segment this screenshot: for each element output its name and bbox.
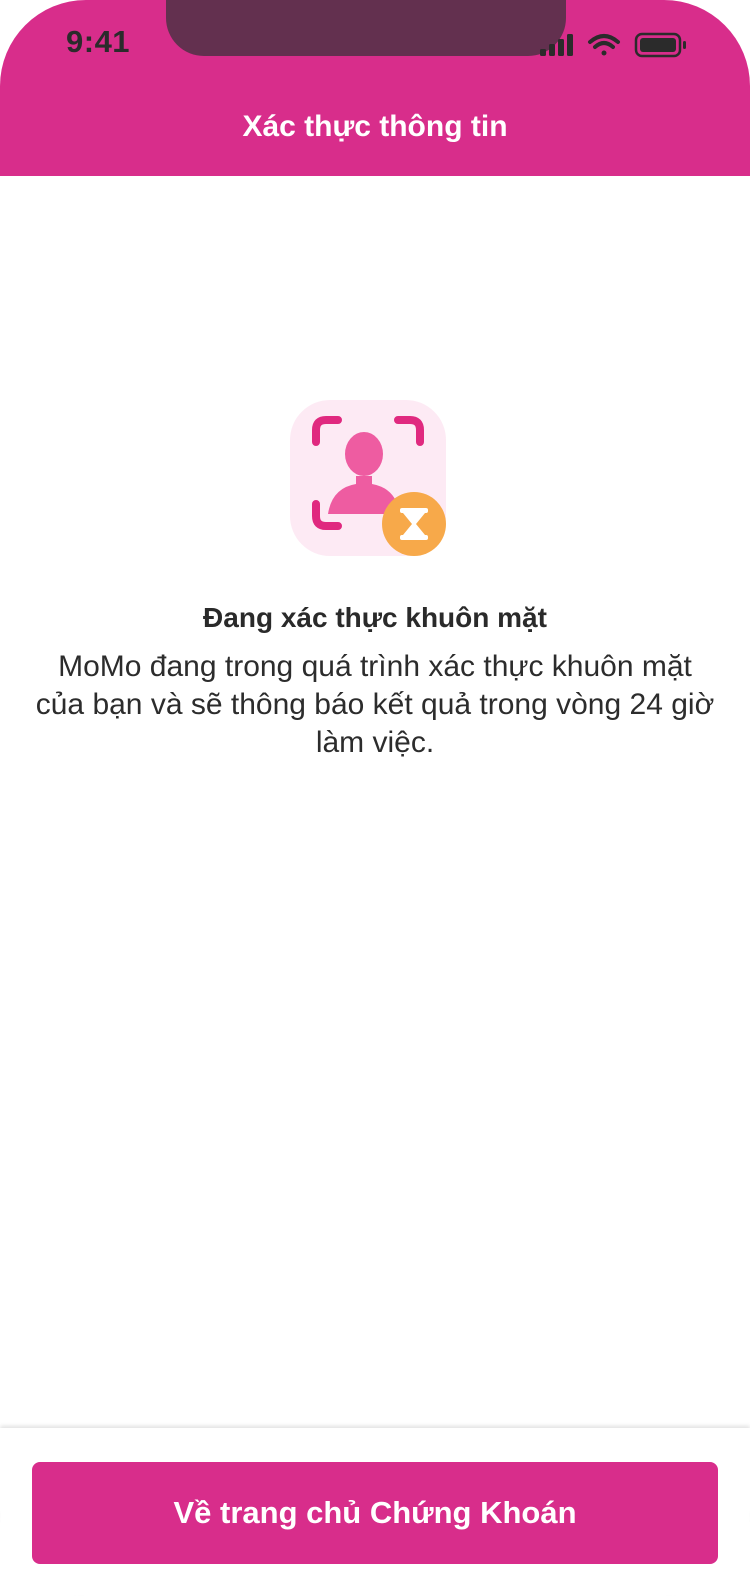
cellular-signal-icon xyxy=(540,34,573,56)
verification-status-title: Đang xác thực khuôn mặt xyxy=(203,602,547,633)
footer-bar: Về trang chủ Chứng Khoán xyxy=(0,1428,750,1596)
battery-icon xyxy=(634,32,686,58)
face-verification-pending-icon xyxy=(290,400,446,556)
device-notch xyxy=(166,0,566,56)
app-header: 9:41 Xác thực thông tin xyxy=(0,0,750,176)
back-to-securities-home-button[interactable]: Về trang chủ Chứng Khoán xyxy=(32,1462,718,1564)
phone-screen: 9:41 Xác thực thông tin Đang xác thực kh… xyxy=(0,0,750,1596)
wifi-icon xyxy=(588,34,620,56)
page-title: Xác thực thông tin xyxy=(242,110,508,143)
status-bar-icons xyxy=(540,32,686,58)
status-bar-time: 9:41 xyxy=(66,24,131,59)
verification-status-description: MoMo đang trong quá trình xác thực khuôn… xyxy=(35,650,715,759)
